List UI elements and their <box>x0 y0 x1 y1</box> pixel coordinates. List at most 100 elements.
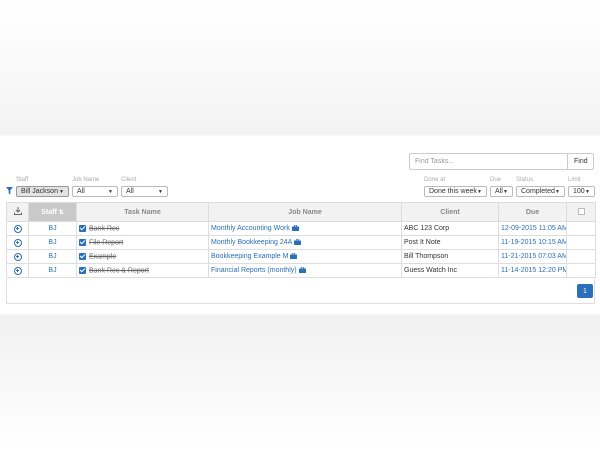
search-input[interactable] <box>409 153 568 170</box>
staff-cell[interactable]: BJ <box>28 249 77 264</box>
client-cell: Post It Note <box>401 235 499 250</box>
client-cell: Guess Watch Inc <box>401 263 499 278</box>
table-row: BJ File Report Monthly Bookkeeping 24A P… <box>6 235 596 250</box>
search-bar: Find <box>409 153 594 170</box>
row-action-cell <box>6 263 29 278</box>
row-select-cell <box>566 235 596 250</box>
caret-down-icon: ▼ <box>59 188 64 195</box>
briefcase-icon <box>298 267 306 274</box>
sort-icon: ⇅ <box>58 209 64 216</box>
job-link[interactable]: Financial Reports (monthly) <box>211 267 297 274</box>
row-select-cell <box>566 249 596 264</box>
job-name-column-header[interactable]: Job Name <box>208 202 402 222</box>
plus-circle-icon[interactable] <box>13 238 22 247</box>
status-select[interactable]: Completed ▼ <box>516 186 565 197</box>
plus-circle-icon[interactable] <box>13 266 22 275</box>
due-filter-label: Due <box>490 177 502 183</box>
caret-down-icon: ▼ <box>477 188 482 195</box>
due-column-header[interactable]: Due <box>498 202 567 222</box>
task-complete-checkbox[interactable] <box>79 238 86 246</box>
pagination-page-button[interactable]: 1 <box>577 284 593 298</box>
job-name-header-label: Job Name <box>288 208 322 216</box>
row-select-cell <box>566 263 596 278</box>
task-complete-checkbox[interactable] <box>79 266 86 274</box>
caret-down-icon: ▼ <box>503 188 508 195</box>
job-name-select[interactable]: All ▼ <box>72 186 118 197</box>
caret-down-icon: ▼ <box>108 188 113 195</box>
done-at-select[interactable]: Done this week ▼ <box>424 186 487 197</box>
task-name-column-header[interactable]: Task Name <box>76 202 209 222</box>
task-cell: Example <box>76 249 209 264</box>
table-header-row: Staff ⇅ Task Name Job Name Client Due <box>6 202 596 222</box>
due-select[interactable]: All ▼ <box>490 186 513 197</box>
status-select-value: Completed <box>521 188 555 195</box>
job-cell: Bookkeeping Example M <box>208 249 402 264</box>
due-cell: 11-14-2015 12:20 PM <box>498 263 567 278</box>
download-column-header <box>6 202 29 222</box>
tasks-table: Staff ⇅ Task Name Job Name Client Due BJ… <box>6 202 596 278</box>
task-complete-checkbox[interactable] <box>79 224 86 232</box>
client-filter: Client All ▼ <box>121 177 168 197</box>
task-complete-checkbox[interactable] <box>79 252 86 260</box>
client-column-header[interactable]: Client <box>401 202 499 222</box>
row-action-cell <box>6 249 29 264</box>
status-filter-label: Status <box>516 177 534 183</box>
status-filter: Status Completed ▼ <box>516 177 565 197</box>
client-select[interactable]: All ▼ <box>121 186 168 197</box>
staff-cell[interactable]: BJ <box>28 263 77 278</box>
due-select-value: All <box>495 188 503 195</box>
filter-icon[interactable] <box>6 187 13 195</box>
staff-cell[interactable]: BJ <box>28 235 77 250</box>
client-header-label: Client <box>440 208 460 216</box>
job-cell: Monthly Accounting Work <box>208 221 402 236</box>
row-select-cell <box>566 221 596 236</box>
job-cell: Financial Reports (monthly) <box>208 263 402 278</box>
task-cell: File Report <box>76 235 209 250</box>
table-row: BJ Bank Rec & Report Financial Reports (… <box>6 263 596 278</box>
download-icon[interactable] <box>13 207 22 215</box>
table-row: BJ Bank Rec Monthly Accounting Work ABC … <box>6 221 596 236</box>
job-link[interactable]: Monthly Bookkeeping 24A <box>211 239 292 246</box>
row-action-cell <box>6 235 29 250</box>
job-link[interactable]: Bookkeeping Example M <box>211 253 288 260</box>
staff-cell[interactable]: BJ <box>28 221 77 236</box>
job-link[interactable]: Monthly Accounting Work <box>211 225 290 232</box>
task-name: Example <box>89 253 117 261</box>
briefcase-icon <box>290 253 298 260</box>
plus-circle-icon[interactable] <box>13 224 22 233</box>
staff-filter-label: Staff <box>16 177 29 183</box>
client-cell: Bill Thompson <box>401 249 499 264</box>
due-cell: 11-21-2015 07:03 AM <box>498 249 567 264</box>
task-cell: Bank Rec & Report <box>76 263 209 278</box>
due-cell: 11-19-2015 10:15 AM <box>498 235 567 250</box>
find-button[interactable]: Find <box>568 153 594 170</box>
due-filter: Due All ▼ <box>490 177 513 197</box>
staff-select-value: Bill Jackson <box>21 188 58 195</box>
caret-down-icon: ▼ <box>585 188 590 195</box>
caret-down-icon: ▼ <box>158 188 163 195</box>
row-action-cell <box>6 221 29 236</box>
client-filter-label: Client <box>121 177 137 183</box>
task-cell: Bank Rec <box>76 221 209 236</box>
task-name: Bank Rec & Report <box>89 267 149 275</box>
caret-down-icon: ▼ <box>555 188 560 195</box>
select-all-checkbox[interactable] <box>577 207 585 215</box>
job-cell: Monthly Bookkeeping 24A <box>208 235 402 250</box>
due-cell: 12-09-2015 11:05 AM <box>498 221 567 236</box>
job-name-filter: Job Name All ▼ <box>72 177 118 197</box>
plus-circle-icon[interactable] <box>13 252 22 261</box>
select-all-column-header <box>566 202 596 222</box>
staff-header-label: Staff <box>41 208 57 216</box>
due-header-label: Due <box>525 208 540 216</box>
done-at-filter-label: Done at <box>424 177 446 183</box>
job-name-select-value: All <box>77 188 85 195</box>
limit-select[interactable]: 100 ▼ <box>568 186 595 197</box>
client-select-value: All <box>126 188 134 195</box>
limit-select-value: 100 <box>573 188 585 195</box>
limit-filter: Limit 100 ▼ <box>568 177 595 197</box>
limit-filter-label: Limit <box>568 177 581 183</box>
job-name-filter-label: Job Name <box>72 177 100 183</box>
task-name: File Report <box>89 239 124 247</box>
staff-column-header[interactable]: Staff ⇅ <box>28 202 77 222</box>
staff-select[interactable]: Bill Jackson ▼ <box>16 186 69 197</box>
